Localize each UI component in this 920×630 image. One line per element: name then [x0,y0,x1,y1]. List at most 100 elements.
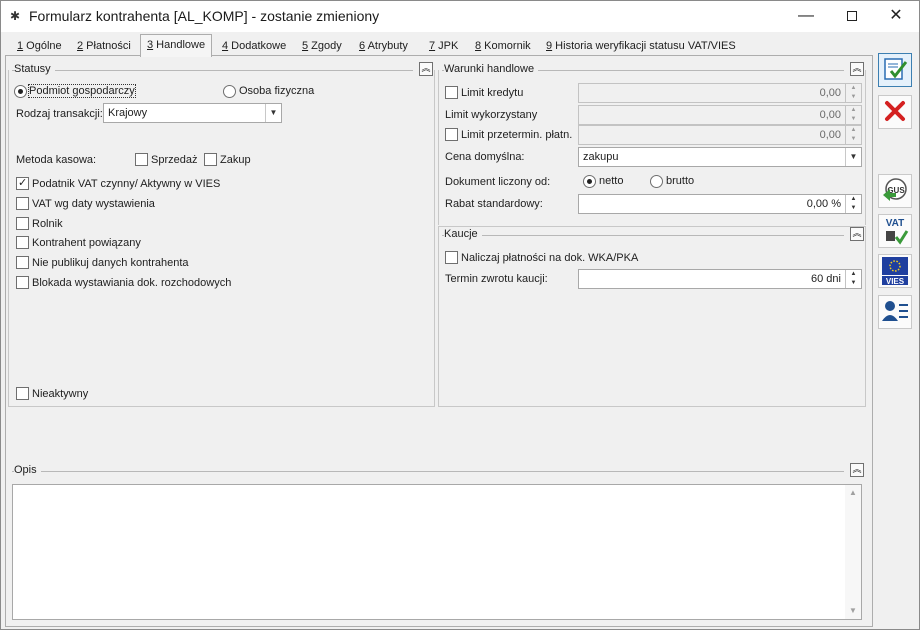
tab-dodatkowe[interactable]: 4 Dodatkowe [216,37,292,56]
label-brutto[interactable]: brutto [666,175,694,187]
spin-up-icon[interactable]: ▲ [846,270,861,279]
label-podatnik-vat[interactable]: Podatnik VAT czynny/ Aktywny w VIES [32,178,220,190]
person-card-icon [882,301,908,321]
spin-down-icon[interactable]: ▼ [846,204,861,213]
rodzaj-transakcji-select[interactable]: Krajowy ▼ [103,103,282,123]
termin-spinner[interactable]: ▲ ▼ [845,270,861,288]
checkbox-kontrahent-powiazany[interactable] [16,236,29,249]
label-vat-wg-daty[interactable]: VAT wg daty wystawienia [32,198,155,210]
rabat-spinner[interactable]: ▲ ▼ [845,195,861,213]
collapse-statusy-button[interactable]: ︽ [419,62,433,76]
rabat-standardowy-value: 0,00 % [806,198,841,210]
group-line [12,70,413,71]
collapse-warunki-button[interactable]: ︽ [850,62,864,76]
collapse-opis-button[interactable]: ︽ [850,463,864,477]
checkbox-nieaktywny[interactable] [16,387,29,400]
checkbox-sprzedaz[interactable] [135,153,148,166]
tab-label: JPK [435,40,459,52]
maximize-button[interactable] [829,1,875,32]
label-naliczaj-platnosci[interactable]: Naliczaj płatności na dok. WKA/PKA [461,252,638,264]
tab-label: Płatności [83,40,131,52]
label-osoba-fizyczna[interactable]: Osoba fizyczna [239,85,314,97]
spin-up-icon: ▲ [850,127,857,133]
tab-zgody[interactable]: 5 Zgody [296,37,348,56]
scroll-down-icon[interactable]: ▼ [845,603,861,619]
cena-domyslna-select[interactable]: zakupu ▼ [578,147,862,167]
label-podmiot-gospodarczy[interactable]: Podmiot gospodarczy [28,84,136,98]
tab-komornik[interactable]: 8 Komornik [469,37,537,56]
gus-button[interactable]: GUS [878,174,912,208]
radio-netto[interactable] [583,175,596,188]
opis-textarea[interactable]: ▲ ▼ [12,484,862,620]
label-rolnik[interactable]: Rolnik [32,218,63,230]
tab-label: Atrybuty [365,40,408,52]
spin-down-icon[interactable]: ▼ [846,279,861,288]
checkbox-zakup[interactable] [204,153,217,166]
contact-card-button[interactable] [878,295,912,329]
checkbox-limit-przetermin[interactable] [445,128,458,141]
gus-icon: GUS [883,178,907,201]
checkbox-vat-wg-daty[interactable] [16,197,29,210]
label-limit-kredytu[interactable]: Limit kredytu [461,87,523,99]
group-title: Statusy [14,63,55,75]
tab-label: Zgody [308,40,342,52]
save-icon [884,58,908,80]
opis-scrollbar[interactable]: ▲ ▼ [845,485,861,619]
tab-historia-vat-vies[interactable]: 9 Historia weryfikacji statusu VAT/VIES [540,37,742,56]
tab-jpk[interactable]: 7 JPK [423,37,464,56]
group-title: Opis [14,464,41,476]
label-rabat-standardowy: Rabat standardowy: [445,198,543,210]
termin-zwrotu-value: 60 dni [811,273,841,285]
rabat-standardowy-field[interactable]: 0,00 % ▲ ▼ [578,194,862,214]
tab-label: Historia weryfikacji statusu VAT/VIES [552,40,736,52]
window-title: Formularz kontrahenta [AL_KOMP] - zostan… [29,8,380,24]
label-nieaktywny[interactable]: Nieaktywny [32,388,88,400]
maximize-icon [847,10,857,21]
label-blokada[interactable]: Blokada wystawiania dok. rozchodowych [32,277,231,289]
label-netto[interactable]: netto [599,175,623,187]
spin-up-icon: ▲ [850,85,857,91]
tab-handlowe[interactable]: 3 Handlowe [140,34,213,57]
tab-atrybuty[interactable]: 6 Atrybuty [353,37,414,56]
tab-platnosci[interactable]: 2 Płatności [71,37,137,56]
limit-kredytu-field: 0,00 ▲ ▼ [578,83,862,103]
label-kontrahent-powiazany[interactable]: Kontrahent powiązany [32,237,141,249]
cancel-button[interactable] [878,95,912,129]
limit-przetermin-value: 0,00 [819,129,841,141]
chevron-down-icon[interactable]: ▼ [265,104,281,122]
label-sprzedaz[interactable]: Sprzedaż [151,154,197,166]
limit-wykorzystany-field: 0,00 ▲ ▼ [578,105,862,125]
group-title: Kaucje [444,228,482,240]
limit-wykorzystany-spinner: ▲ ▼ [845,106,861,124]
tab-label: Ogólne [23,40,62,52]
tab-label: Komornik [481,40,531,52]
close-window-button[interactable]: ✕ [873,1,919,32]
spin-down-icon: ▼ [850,136,857,142]
collapse-kaucje-button[interactable]: ︽ [850,227,864,241]
checkbox-naliczaj-platnosci[interactable] [445,251,458,264]
group-kaucje: Kaucje ︽ Naliczaj płatności na dok. WKA/… [438,226,866,407]
label-zakup[interactable]: Zakup [220,154,251,166]
vat-check-icon: VAT [886,218,909,245]
vies-verify-button[interactable]: VIES [878,254,912,288]
label-nie-publikuj[interactable]: Nie publikuj danych kontrahenta [32,257,189,269]
spin-up-icon[interactable]: ▲ [846,195,861,204]
checkbox-blokada[interactable] [16,276,29,289]
radio-podmiot-gospodarczy[interactable] [14,85,27,98]
chevron-down-icon[interactable]: ▼ [845,148,861,166]
checkbox-nie-publikuj[interactable] [16,256,29,269]
tab-ogolne[interactable]: 1 Ogólne [11,37,68,56]
spin-down-icon: ▼ [850,94,857,100]
save-button[interactable] [878,53,912,87]
radio-osoba-fizyczna[interactable] [223,85,236,98]
vat-verify-button[interactable]: VAT [878,214,912,248]
checkbox-limit-kredytu[interactable] [445,86,458,99]
label-limit-przetermin[interactable]: Limit przetermin. płatn. [461,129,572,141]
radio-brutto[interactable] [650,175,663,188]
termin-zwrotu-field[interactable]: 60 dni ▲ ▼ [578,269,862,289]
label-cena-domyslna: Cena domyślna: [445,151,525,163]
checkbox-rolnik[interactable] [16,217,29,230]
checkbox-podatnik-vat[interactable] [16,176,29,190]
scroll-up-icon[interactable]: ▲ [845,485,861,501]
minimize-button[interactable]: — [783,1,829,32]
